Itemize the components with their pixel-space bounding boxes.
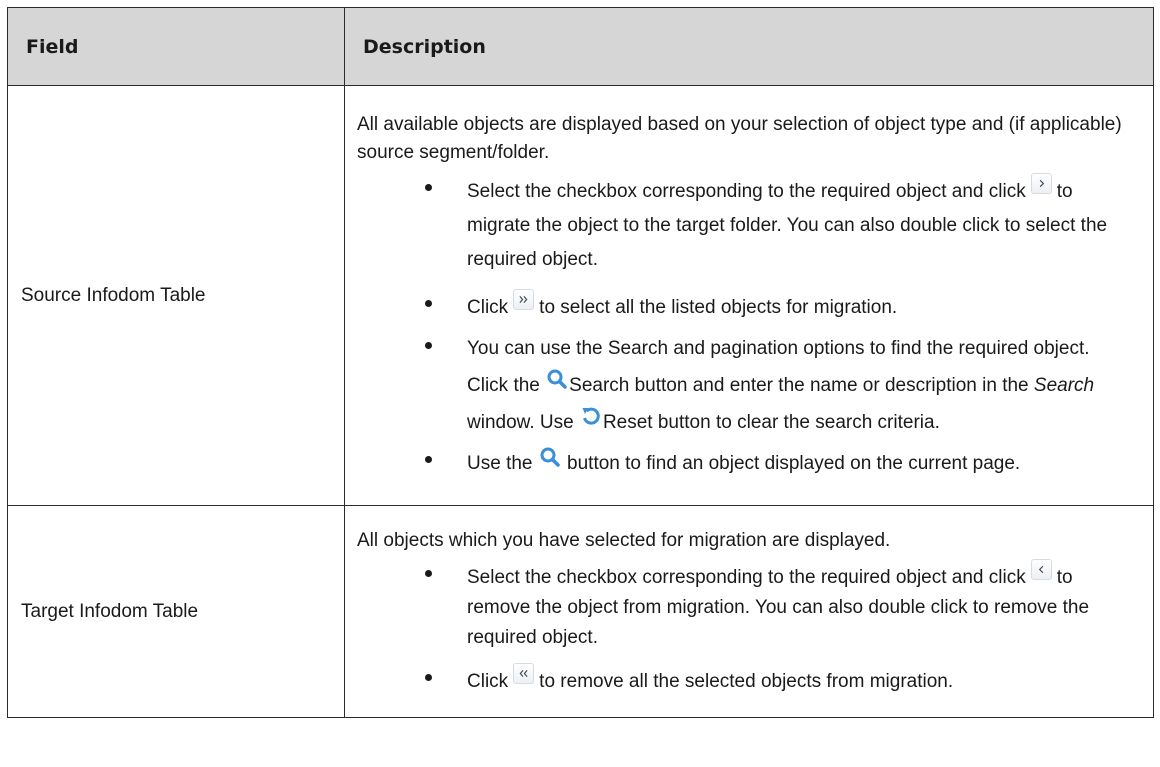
bullet-dot <box>425 300 432 307</box>
double-chevron-left-icon <box>513 662 535 684</box>
table-row: Target Infodom Table All objects which y… <box>7 505 1154 718</box>
bullet-text: Reset button to clear the search criteri… <box>602 412 940 433</box>
description-cell: All objects which you have selected for … <box>344 505 1154 718</box>
bullet-text: Select the checkbox corresponding to the… <box>467 566 1026 588</box>
table-header-row: Field Description <box>7 7 1154 86</box>
field-description-table: Field Description Source Infodom Table A… <box>7 7 1154 718</box>
bullet-text: to select all the listed objects for mig… <box>539 297 898 318</box>
bullet-text: Use the <box>467 453 533 474</box>
bullet-text: window. Use <box>467 412 574 433</box>
bullet-dot <box>425 456 432 463</box>
bullet-text: Click <box>467 297 509 318</box>
bullet-dot <box>425 342 432 349</box>
description-cell: All available objects are displayed base… <box>344 85 1154 506</box>
bullet-text: button to find an object displayed on th… <box>567 453 1021 474</box>
bullet-text: Click <box>467 670 509 692</box>
double-chevron-right-icon <box>513 289 535 310</box>
header-field: Field <box>7 7 345 86</box>
list-item: Click to remove all the selected objects … <box>425 662 1135 697</box>
bullet-dot <box>425 184 432 191</box>
search-icon <box>545 367 569 391</box>
list-item: Click to select all the listed objects fo… <box>425 289 1135 323</box>
list-item: Select the checkbox corresponding to the… <box>425 173 1135 277</box>
description-bullets: Select the checkbox corresponding to the… <box>357 173 1135 480</box>
chevron-left-icon <box>1030 558 1052 580</box>
description-intro: All objects which you have selected for … <box>357 529 891 551</box>
bullet-dot <box>425 569 432 577</box>
description-bullets: Select the checkbox corresponding to the… <box>357 558 1135 697</box>
description-intro: All available objects are displayed base… <box>357 114 1122 163</box>
bullet-text: to remove all the selected objects from … <box>539 670 954 692</box>
header-description: Description <box>344 7 1154 86</box>
list-item: You can use the Search and pagination op… <box>425 331 1135 441</box>
bullet-text: Search button and enter the name or desc… <box>569 375 1029 396</box>
bullet-dot <box>425 673 432 681</box>
reset-icon <box>579 404 603 428</box>
bullet-text: Select the checkbox corresponding to the… <box>467 181 1026 202</box>
table-row: Source Infodom Table All available objec… <box>7 85 1154 506</box>
list-item: Select the checkbox corresponding to the… <box>425 558 1135 653</box>
search-icon <box>538 445 562 469</box>
chevron-right-icon <box>1030 173 1052 194</box>
field-name: Source Infodom Table <box>7 85 345 506</box>
field-name: Target Infodom Table <box>7 505 345 718</box>
list-item: Use the button to find an object display… <box>425 445 1135 480</box>
search-window-label: Search <box>1033 375 1095 396</box>
